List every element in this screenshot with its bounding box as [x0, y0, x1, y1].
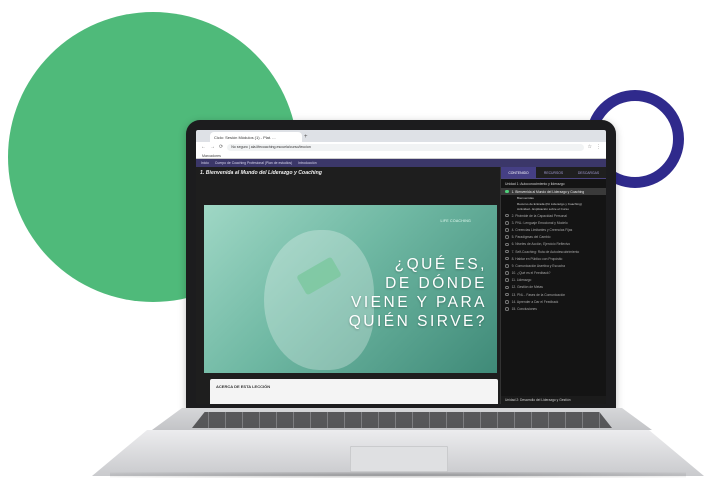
course-content: 1. Bienvenida al Mundo del Liderazgo y C…	[196, 167, 606, 404]
lesson-status-icon	[505, 278, 509, 283]
browser-tab[interactable]: Ciclo: Sesión Módulos (1) - Plat. ...	[210, 132, 302, 142]
sidebar-tabs: CONTENIDO RECURSOS DESCARGAS	[501, 167, 606, 179]
lesson-label: 9. Comunicación Asertiva y Escucha	[511, 263, 565, 268]
lesson-item[interactable]: 8. Hablar en Público con Propósito	[501, 255, 606, 262]
lesson-item[interactable]: 5. Paradigmas del Cambio	[501, 234, 606, 241]
lesson-label: 11. Liderazgo	[511, 278, 532, 283]
lesson-status-icon	[505, 256, 509, 261]
lesson-title: 1. Bienvenida al Mundo del Liderazgo y C…	[200, 170, 322, 176]
lesson-item[interactable]: 4. Creencias Limitantes y Creencias Fija…	[501, 226, 606, 233]
tab-contenido[interactable]: CONTENIDO	[501, 167, 536, 178]
lesson-label: 5. Paradigmas del Cambio	[511, 235, 551, 240]
forward-icon[interactable]: →	[210, 144, 215, 150]
site-nav: Inicio Cuerpo de Coaching Profesional (P…	[196, 159, 606, 167]
lesson-item[interactable]: 9. Comunicación Asertiva y Escucha	[501, 262, 606, 269]
current-lesson-icon	[505, 189, 509, 194]
trackpad	[350, 446, 448, 472]
video-headline: ¿QUÉ ES, DE DÓNDE VIENE Y PARA QUIÉN SIR…	[349, 255, 487, 331]
browser-tabbar: Ciclo: Sesión Módulos (1) - Plat. ... +	[196, 130, 606, 142]
lesson-label: 6. Niveles de Acción, Ejercicio Reflexiv…	[511, 242, 571, 247]
lesson-status-icon	[505, 228, 509, 232]
next-unit[interactable]: Unidad 2: Desarrollo del Liderazgo y Ges…	[501, 396, 606, 404]
new-tab-button[interactable]: +	[304, 133, 308, 142]
lesson-status-icon	[505, 300, 509, 304]
url-input[interactable]: No seguro | ala.lifecoaching.escuela/cur…	[227, 143, 584, 151]
lesson-list: 1. Bienvenida al Mundo del Liderazgo y C…	[501, 188, 606, 313]
bookmarks-bar[interactable]: Marcadores	[196, 152, 606, 159]
lesson-status-icon	[505, 264, 509, 268]
lesson-status-icon	[505, 307, 509, 311]
lesson-status-icon	[505, 220, 509, 225]
lesson-item[interactable]: 11. Liderazgo	[501, 277, 606, 284]
lesson-status-icon	[505, 285, 509, 290]
address-bar-row: ← → ⟳ No seguro | ala.lifecoaching.escue…	[196, 142, 606, 152]
info-box-title: ACERCA DE ESTA LECCIÓN	[216, 384, 271, 389]
lesson-item[interactable]: 1. Bienvenida al Mundo del Liderazgo y C…	[501, 188, 606, 196]
lesson-item[interactable]: 12. Gestión de Metas	[501, 284, 606, 291]
lesson-item[interactable]: 6. Niveles de Acción, Ejercicio Reflexiv…	[501, 241, 606, 248]
lesson-label: 1. Bienvenida al Mundo del Liderazgo y C…	[511, 189, 585, 194]
lesson-label: 4. Creencias Limitantes y Creencias Fija…	[511, 227, 573, 232]
lesson-label: 10. ¿Qué es el Feedback?	[511, 271, 551, 276]
lesson-status-icon	[505, 242, 509, 247]
nav-item[interactable]: Introducción	[298, 161, 316, 165]
lesson-item[interactable]: 3. PNL: Lenguaje Emocional y Modelo	[501, 219, 606, 226]
menu-icon[interactable]: ⋮	[596, 144, 601, 150]
lesson-status-icon	[505, 271, 509, 275]
lesson-label: 13. PNL - Fases de la Comunicación	[511, 292, 566, 297]
lesson-sidebar: CONTENIDO RECURSOS DESCARGAS Unidad 1: A…	[500, 167, 606, 404]
nav-item[interactable]: Cuerpo de Coaching Profesional (Plan de …	[215, 161, 292, 165]
video-player[interactable]: LIFE COACHING ¿QUÉ ES, DE DÓNDE VIENE Y …	[204, 205, 497, 373]
lesson-status-icon	[505, 213, 509, 218]
lesson-item[interactable]: 13. PNL - Fases de la Comunicación	[501, 291, 606, 298]
laptop-screen: Ciclo: Sesión Módulos (1) - Plat. ... + …	[196, 130, 606, 404]
lesson-item[interactable]: 14. Aprender a Dar el Feedback	[501, 298, 606, 305]
lesson-info-box: ACERCA DE ESTA LECCIÓN	[210, 379, 498, 404]
video-line: ¿QUÉ ES,	[394, 256, 487, 273]
video-line: QUIÉN SIRVE?	[348, 313, 487, 330]
lesson-item[interactable]: 2. Pirámide de la Capacidad Personal	[501, 212, 606, 219]
laptop-shadow	[110, 472, 686, 478]
nav-item[interactable]: Inicio	[201, 161, 209, 165]
star-icon[interactable]: ☆	[588, 144, 592, 150]
keyboard	[192, 412, 612, 428]
lesson-label: 12. Gestión de Metas	[511, 285, 543, 290]
tab-descargas[interactable]: DESCARGAS	[571, 167, 606, 178]
video-logo: LIFE COACHING	[440, 219, 471, 223]
lesson-item[interactable]: 15. Conclusiones	[501, 305, 606, 312]
lesson-label: 3. PNL: Lenguaje Emocional y Modelo	[511, 220, 568, 225]
back-icon[interactable]: ←	[201, 144, 206, 150]
lesson-status-icon	[505, 249, 509, 254]
reload-icon[interactable]: ⟳	[219, 144, 223, 150]
lesson-item[interactable]: 7. Self-Coaching: Ruta de Autodescubrimi…	[501, 248, 606, 255]
laptop-base	[92, 408, 704, 478]
lesson-label: 8. Hablar en Público con Propósito	[511, 256, 563, 261]
unit-title: Unidad 1: Autoconocimiento y liderazgo	[505, 182, 565, 186]
lesson-label: 7. Self-Coaching: Ruta de Autodescubrimi…	[511, 249, 580, 254]
lesson-item[interactable]: 10. ¿Qué es el Feedback?	[501, 269, 606, 276]
video-line: VIENE Y PARA	[351, 294, 487, 311]
tab-recursos[interactable]: RECURSOS	[536, 167, 571, 178]
lesson-label: 2. Pirámide de la Capacidad Personal	[511, 213, 567, 218]
video-line: DE DÓNDE	[385, 275, 487, 292]
lesson-label: 15. Conclusiones	[511, 307, 537, 311]
lesson-status-icon	[505, 235, 509, 239]
lesson-main: 1. Bienvenida al Mundo del Liderazgo y C…	[196, 167, 500, 404]
lesson-label: 14. Aprender a Dar el Feedback	[511, 299, 559, 304]
laptop-lid: Ciclo: Sesión Módulos (1) - Plat. ... + …	[186, 120, 616, 412]
lesson-status-icon	[505, 292, 509, 297]
